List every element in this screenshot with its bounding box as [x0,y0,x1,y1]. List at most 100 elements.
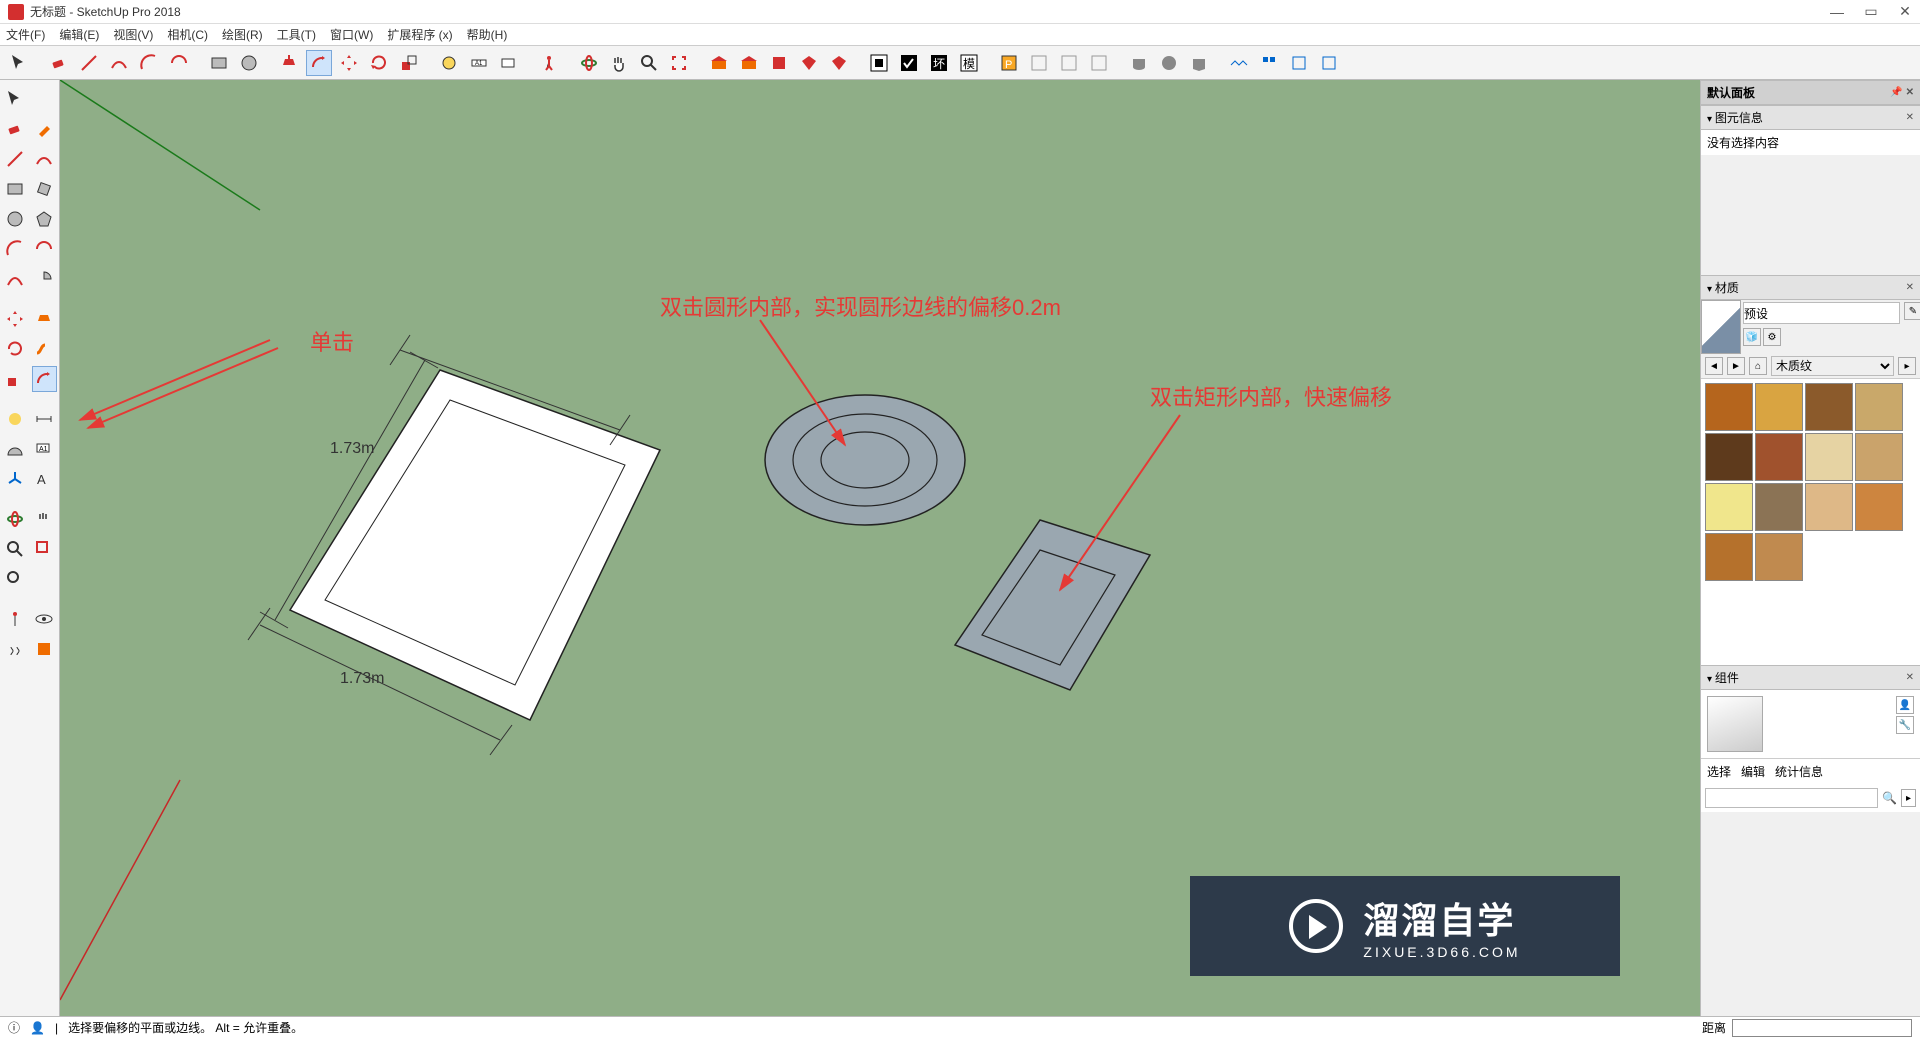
grid3-icon[interactable] [1086,50,1112,76]
nav-home-icon[interactable]: ⌂ [1749,357,1767,375]
material-swatch[interactable] [1705,383,1753,431]
grid1-icon[interactable] [1026,50,1052,76]
pushpull-tool[interactable] [276,50,302,76]
lt-paint[interactable] [32,116,58,142]
lt-arc2[interactable] [32,236,58,262]
lt-arc3[interactable] [2,266,28,292]
lt-freehand[interactable] [32,146,58,172]
material-swatch[interactable] [1755,533,1803,581]
search-icon[interactable]: 🔍 [1882,791,1897,805]
material-swatch[interactable] [1705,483,1753,531]
panel-material-header[interactable]: 材质 ✕ [1701,275,1920,300]
lt-scale[interactable] [2,366,28,392]
text-tool[interactable] [496,50,522,76]
component-search-input[interactable] [1705,788,1878,808]
close-button[interactable]: ✕ [1898,5,1912,19]
distance-input[interactable] [1732,1019,1912,1037]
material-swatch[interactable] [1705,533,1753,581]
nav-fwd-icon[interactable]: ► [1727,357,1745,375]
tab-edit[interactable]: 编辑 [1741,763,1765,780]
line-tool[interactable] [76,50,102,76]
menu-draw[interactable]: 绘图(R) [222,26,263,43]
orbit-tool[interactable] [576,50,602,76]
nav-back-icon[interactable]: ◄ [1705,357,1723,375]
lt-followme[interactable] [32,336,58,362]
lt-arc[interactable] [2,236,28,262]
lt-text[interactable]: A1 [32,436,58,462]
ruby-tool[interactable] [796,50,822,76]
sandbox2-icon[interactable] [1256,50,1282,76]
lt-select[interactable] [2,86,28,112]
viewport-3d[interactable]: 单击 双击圆形内部，实现圆形边线的偏移0.2m 双击矩形内部，快速偏移 1.73… [60,80,1700,1016]
lt-rotrect[interactable] [32,176,58,202]
lt-circle[interactable] [2,206,28,232]
scale-tool[interactable] [396,50,422,76]
close-icon[interactable]: ✕ [1906,672,1914,683]
move-tool[interactable] [336,50,362,76]
zoom-extents-tool[interactable] [666,50,692,76]
lt-zoom[interactable] [2,536,28,562]
menu-camera[interactable]: 相机(C) [167,26,208,43]
warehouse2-tool[interactable] [736,50,762,76]
panel-component-header[interactable]: 组件 ✕ [1701,665,1920,690]
lt-eraser[interactable] [2,116,28,142]
nav-menu-icon[interactable]: ▸ [1898,357,1916,375]
sandbox4-icon[interactable] [1316,50,1342,76]
lt-protractor[interactable] [2,436,28,462]
style2-icon[interactable] [896,50,922,76]
lt-move[interactable] [2,306,28,332]
comp-action2-icon[interactable]: 🔧 [1896,716,1914,734]
comp-menu-icon[interactable]: ▸ [1901,789,1916,807]
layout-icon[interactable]: P [996,50,1022,76]
lt-position[interactable] [2,606,28,632]
rectangle-tool[interactable] [206,50,232,76]
create-material-icon[interactable]: 🧊 [1743,328,1761,346]
pin-icon[interactable]: 📌 ✕ [1890,87,1914,98]
menu-window[interactable]: 窗口(W) [330,26,373,43]
lt-tape[interactable] [2,406,28,432]
warehouse-tool[interactable] [706,50,732,76]
lt-pan[interactable] [32,506,58,532]
sandbox3-icon[interactable] [1286,50,1312,76]
style3-icon[interactable]: 坏 [926,50,952,76]
lt-pushpull[interactable] [32,306,58,332]
material-swatch[interactable] [1805,433,1853,481]
tab-select[interactable]: 选择 [1707,763,1731,780]
tape-tool[interactable] [436,50,462,76]
lt-pie[interactable] [32,266,58,292]
panel-default-header[interactable]: 默认面板 📌 ✕ [1701,80,1920,105]
close-icon[interactable]: ✕ [1906,112,1914,123]
menu-extensions[interactable]: 扩展程序 (x) [387,26,452,43]
circle-tool[interactable] [236,50,262,76]
lt-rotate[interactable] [2,336,28,362]
material-swatch[interactable] [1805,483,1853,531]
status-help-icon[interactable]: ⓘ [8,1019,20,1036]
material-swatch[interactable] [1855,483,1903,531]
lt-section[interactable] [32,636,58,662]
lt-polygon[interactable] [32,206,58,232]
ruby2-tool[interactable] [826,50,852,76]
lt-3dtext[interactable]: A [32,466,58,492]
material-category-select[interactable]: 木质纹 [1771,356,1894,376]
style1-icon[interactable] [866,50,892,76]
lt-walk[interactable] [2,636,28,662]
material-swatch[interactable] [1755,483,1803,531]
eraser-tool[interactable] [46,50,72,76]
minimize-button[interactable]: — [1830,5,1844,19]
material-swatch[interactable] [1705,433,1753,481]
menu-edit[interactable]: 编辑(E) [59,26,99,43]
panel-entity-info-header[interactable]: 图元信息 ✕ [1701,105,1920,130]
lt-dim[interactable] [32,406,58,432]
arc-tool[interactable] [136,50,162,76]
eyedropper-icon[interactable]: ✎ [1904,302,1920,320]
lt-orbit[interactable] [2,506,28,532]
extension-tool[interactable] [766,50,792,76]
lt-zoomwin[interactable] [32,536,58,562]
material-name-input[interactable] [1743,302,1900,324]
select-tool[interactable] [6,50,32,76]
material-swatch[interactable] [1855,433,1903,481]
style4-icon[interactable]: 模 [956,50,982,76]
lt-line[interactable] [2,146,28,172]
solid3-icon[interactable] [1186,50,1212,76]
material-swatch[interactable] [1755,383,1803,431]
